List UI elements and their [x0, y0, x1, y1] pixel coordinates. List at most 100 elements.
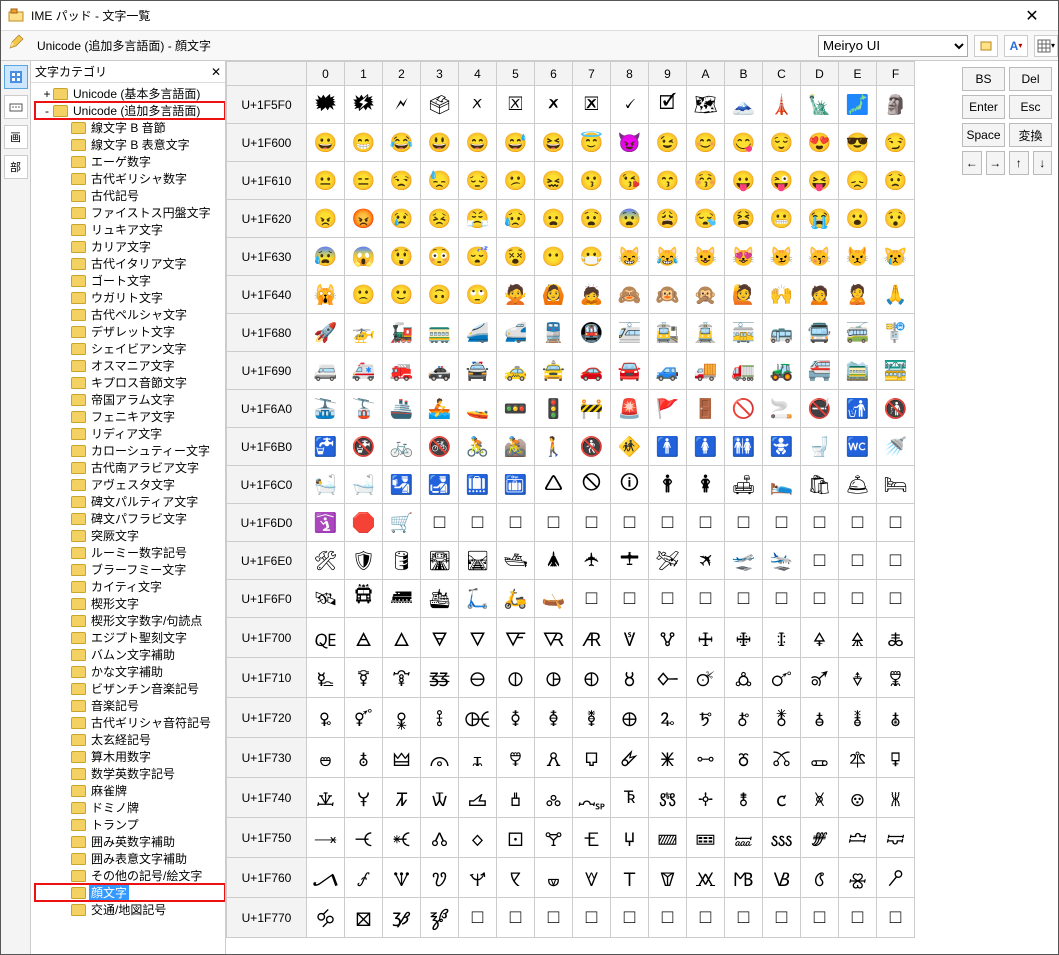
tree-item[interactable]: ゴート文字 — [35, 272, 225, 289]
char-cell[interactable]: 🛆 — [535, 466, 573, 504]
char-cell[interactable]: 🗿 — [877, 86, 915, 124]
tree-item[interactable]: 古代ギリシャ数字 — [35, 170, 225, 187]
down-button[interactable]: ↓ — [1033, 151, 1053, 175]
char-cell[interactable]: 🜗 — [573, 658, 611, 698]
tree-item[interactable]: ファイストス円盤文字 — [35, 204, 225, 221]
char-cell[interactable]: 🚵 — [497, 428, 535, 466]
char-cell[interactable]: 😮 — [839, 200, 877, 238]
char-cell[interactable]: 🗶 — [535, 86, 573, 124]
char-cell[interactable]: 🚺 — [687, 428, 725, 466]
char-cell[interactable]: 🙂 — [383, 276, 421, 314]
char-cell[interactable]: □ — [839, 504, 877, 542]
char-cell[interactable]: □ — [801, 580, 839, 618]
char-cell[interactable]: 🝨 — [611, 858, 649, 898]
char-cell[interactable]: 😣 — [421, 200, 459, 238]
tree-item[interactable]: 突厥文字 — [35, 527, 225, 544]
char-cell[interactable]: □ — [649, 504, 687, 542]
toolbar-btn-2[interactable]: A▾ — [1004, 35, 1028, 57]
char-cell[interactable]: □ — [497, 898, 535, 938]
char-cell[interactable]: 😪 — [687, 200, 725, 238]
tree-item[interactable]: 囲み英数字補助 — [35, 833, 225, 850]
char-cell[interactable]: 😅 — [497, 124, 535, 162]
char-cell[interactable]: 🝝 — [801, 818, 839, 858]
char-cell[interactable]: 🛋 — [725, 466, 763, 504]
char-cell[interactable]: 🛁 — [345, 466, 383, 504]
char-cell[interactable]: 🙍 — [801, 276, 839, 314]
char-cell[interactable]: □ — [725, 504, 763, 542]
tree-item[interactable]: 線文字 B 表意文字 — [35, 136, 225, 153]
toolbar-btn-1[interactable] — [974, 35, 998, 57]
char-cell[interactable]: 🝇 — [573, 778, 611, 818]
char-cell[interactable]: 🝆 — [535, 778, 573, 818]
char-cell[interactable]: 🝖 — [535, 818, 573, 858]
char-cell[interactable]: 😤 — [459, 200, 497, 238]
char-cell[interactable]: 🚲 — [383, 428, 421, 466]
char-cell[interactable]: □ — [687, 504, 725, 542]
char-cell[interactable]: 🜢 — [383, 698, 421, 738]
char-cell[interactable]: □ — [535, 898, 573, 938]
up-button[interactable]: ↑ — [1009, 151, 1029, 175]
char-cell[interactable]: □ — [611, 898, 649, 938]
char-cell[interactable]: 🚶 — [535, 428, 573, 466]
char-cell[interactable]: 😑 — [345, 162, 383, 200]
tree-item[interactable]: 麻雀牌 — [35, 782, 225, 799]
grid-scroll[interactable]: 0123456789ABCDEFU+1F5F0🗰🗱🗲🗳🗴🗵🗶🗷🗸🗹🗺🗻🗼🗽🗾🗿U… — [226, 61, 956, 954]
char-cell[interactable]: 🛵 — [497, 580, 535, 618]
char-cell[interactable]: 😷 — [573, 238, 611, 276]
char-cell[interactable]: 🚡 — [345, 390, 383, 428]
char-cell[interactable]: 🙏 — [877, 276, 915, 314]
char-cell[interactable]: 😸 — [611, 238, 649, 276]
char-cell[interactable]: 🛠 — [307, 542, 345, 580]
char-cell[interactable]: 🝣 — [421, 858, 459, 898]
tree-item[interactable]: その他の記号/絵文字 — [35, 867, 225, 884]
char-cell[interactable]: 🚁 — [345, 314, 383, 352]
char-cell[interactable]: 😺 — [687, 238, 725, 276]
char-cell[interactable]: 🜂 — [383, 618, 421, 658]
char-cell[interactable]: 🜬 — [763, 698, 801, 738]
char-cell[interactable]: 🚤 — [459, 390, 497, 428]
char-cell[interactable]: 🙌 — [763, 276, 801, 314]
char-cell[interactable]: 😭 — [801, 200, 839, 238]
tree-close-icon[interactable]: ✕ — [211, 65, 221, 79]
char-cell[interactable]: 🚭 — [801, 390, 839, 428]
char-cell[interactable]: 🜪 — [687, 698, 725, 738]
char-cell[interactable]: 🜾 — [839, 738, 877, 778]
char-cell[interactable]: 😇 — [573, 124, 611, 162]
char-cell[interactable]: 🚚 — [687, 352, 725, 390]
char-cell[interactable]: 🙆 — [535, 276, 573, 314]
char-cell[interactable]: 🙋 — [725, 276, 763, 314]
char-cell[interactable]: 🜀 — [307, 618, 345, 658]
char-cell[interactable]: 🝧 — [573, 858, 611, 898]
tree-toggle[interactable]: - — [41, 104, 53, 118]
char-cell[interactable]: 🛍 — [801, 466, 839, 504]
char-cell[interactable]: 😥 — [497, 200, 535, 238]
char-cell[interactable]: 😿 — [877, 238, 915, 276]
char-cell[interactable]: 🙃 — [421, 276, 459, 314]
char-cell[interactable]: 🛦 — [535, 542, 573, 580]
font-select[interactable]: Meiryo UI — [818, 35, 968, 57]
char-cell[interactable]: 🜴 — [459, 738, 497, 778]
char-cell[interactable]: 🚉 — [649, 314, 687, 352]
char-cell[interactable]: 😶 — [535, 238, 573, 276]
char-cell[interactable]: 🗺 — [687, 86, 725, 124]
char-cell[interactable]: 🛒 — [383, 504, 421, 542]
char-cell[interactable]: 🚹 — [649, 428, 687, 466]
henkan-button[interactable]: 変換 — [1009, 123, 1052, 147]
tree-item[interactable]: 古代ギリシャ音符記号 — [35, 714, 225, 731]
tree-item[interactable]: シェイビアン文字 — [35, 340, 225, 357]
char-cell[interactable]: 🙊 — [687, 276, 725, 314]
tree-item[interactable]: 音楽記号 — [35, 697, 225, 714]
char-cell[interactable]: 😖 — [535, 162, 573, 200]
char-cell[interactable]: □ — [763, 898, 801, 938]
char-cell[interactable]: 🛲 — [383, 580, 421, 618]
char-cell[interactable]: 🝜 — [763, 818, 801, 858]
char-cell[interactable]: 🚳 — [421, 428, 459, 466]
char-cell[interactable]: 🜐 — [307, 658, 345, 698]
char-cell[interactable]: 🜫 — [725, 698, 763, 738]
char-cell[interactable]: 🛬 — [763, 542, 801, 580]
char-cell[interactable]: 🜤 — [459, 698, 497, 738]
tree-item[interactable]: 算木用数字 — [35, 748, 225, 765]
char-cell[interactable]: 😧 — [573, 200, 611, 238]
char-cell[interactable]: 🝮 — [839, 858, 877, 898]
char-cell[interactable]: 😉 — [649, 124, 687, 162]
